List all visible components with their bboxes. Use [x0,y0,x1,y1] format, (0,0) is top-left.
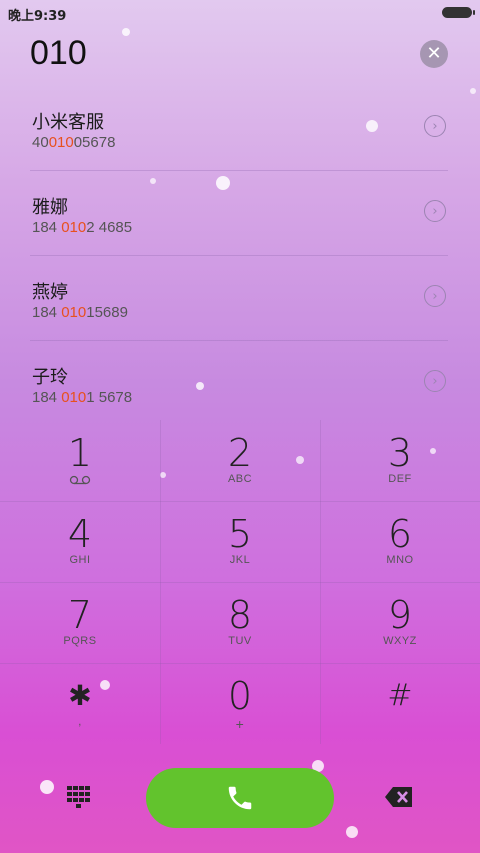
bottom-action-bar [0,744,480,853]
key-digit: 2 [227,431,253,475]
phone-icon [228,786,252,810]
status-time: 晚上9:39 [8,9,67,24]
clear-input-button[interactable]: ✕ [420,40,448,68]
key-9[interactable]: 9 WXYZ [320,582,480,663]
key-hash[interactable]: # [320,663,480,744]
key-2[interactable]: 2 ABC [160,420,320,501]
key-digit: 6 [387,512,413,556]
call-button[interactable] [146,768,334,828]
key-letters: + [235,716,245,732]
contact-number: 184 0102 4685 [32,219,133,236]
number-match-highlight: 010 [61,219,87,236]
key-letters: PQRS [63,635,97,647]
key-letters: MNO [386,554,414,566]
key-0[interactable]: 0 + [160,663,320,744]
contact-name: 燕婷 [32,282,68,303]
key-star[interactable]: ✱ , [0,663,160,744]
contact-results-list: 小米客服 4001005678 › 雅娜 184 0102 4685 › 燕婷 … [0,86,480,425]
contact-detail-button[interactable]: › [424,285,446,307]
voicemail-icon [69,475,91,485]
contact-name: 小米客服 [32,112,104,133]
status-bar: 晚上9:39 [0,0,480,26]
key-digit: 5 [227,512,253,556]
key-4[interactable]: 4 GHI [0,501,160,582]
key-letters: JKL [229,554,251,566]
chevron-right-icon: › [432,118,438,134]
key-1[interactable]: 1 [0,420,160,501]
contact-number: 184 0101 5678 [32,389,133,406]
key-digit: 7 [67,593,93,637]
key-letters: DEF [388,473,412,485]
backspace-icon[interactable] [384,786,414,808]
key-letters: GHI [69,554,91,566]
contact-name: 子玲 [32,367,68,388]
contact-detail-button[interactable]: › [424,370,446,392]
key-digit: ✱ [68,679,92,712]
key-letters: , [78,716,82,728]
contact-number: 184 01015689 [32,304,128,321]
key-digit: 1 [67,431,93,475]
key-3[interactable]: 3 DEF [320,420,480,501]
contact-detail-button[interactable]: › [424,200,446,222]
contact-name: 雅娜 [32,197,68,218]
key-digit: 4 [67,512,93,556]
contact-result-row[interactable]: 雅娜 184 0102 4685 › [30,170,448,255]
key-letters: TUV [228,635,252,647]
key-8[interactable]: 8 TUV [160,582,320,663]
contact-result-row[interactable]: 燕婷 184 01015689 › [30,255,448,340]
contact-detail-button[interactable]: › [424,115,446,137]
key-digit: 8 [227,593,253,637]
battery-icon [442,7,475,18]
key-7[interactable]: 7 PQRS [0,582,160,663]
key-digit: 0 [227,674,253,718]
contact-result-row[interactable]: 子玲 184 0101 5678 › [30,340,448,425]
number-match-highlight: 010 [61,389,87,406]
dialed-number-display[interactable]: 010 [30,34,87,73]
key-digit: 3 [387,431,413,475]
dialpad-icon[interactable] [66,786,92,808]
key-digit: 9 [387,593,413,637]
chevron-right-icon: › [432,203,438,219]
number-match-highlight: 010 [61,304,87,321]
dial-keypad: 1 2 ABC 3 DEF 4 GHI 5 JKL 6 MNO 7 PQRS 8… [0,420,480,744]
number-match-highlight: 010 [48,134,74,151]
chevron-right-icon: › [432,373,438,389]
key-6[interactable]: 6 MNO [320,501,480,582]
key-digit: # [387,678,413,713]
close-icon: ✕ [426,43,442,64]
key-letters: ABC [227,473,253,485]
contact-result-row[interactable]: 小米客服 4001005678 › [30,86,448,170]
key-letters: WXYZ [383,635,417,647]
contact-number: 4001005678 [32,134,116,151]
key-5[interactable]: 5 JKL [160,501,320,582]
chevron-right-icon: › [432,288,438,304]
